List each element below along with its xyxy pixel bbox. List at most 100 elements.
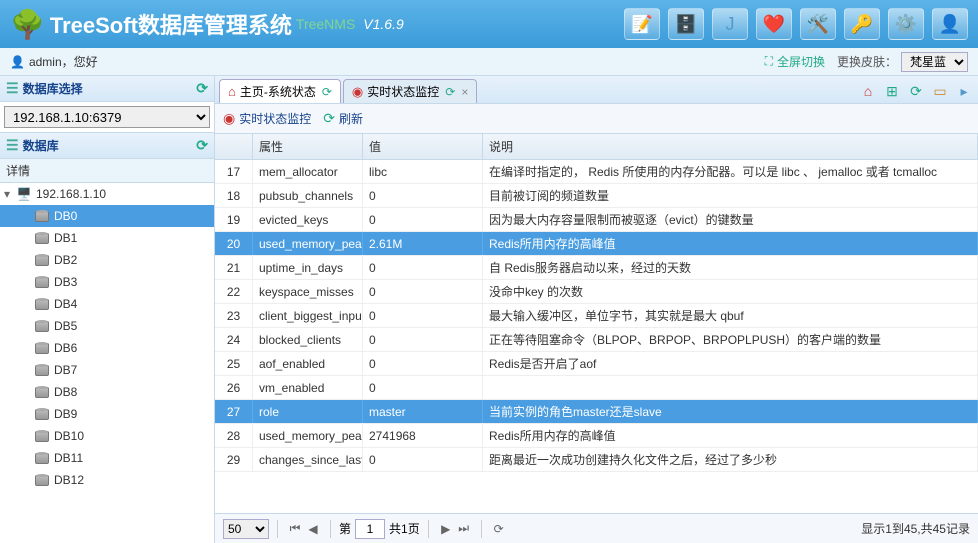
tab-refresh-icon[interactable]: ⟳ [445,85,455,99]
db-icon [34,407,50,421]
cell-prop: used_memory_peak [253,424,363,447]
menu-button[interactable]: ▸ [954,82,974,100]
next-page-icon[interactable]: ▶ [437,520,455,538]
cell-prop: role [253,400,363,423]
col-num[interactable] [215,134,253,159]
monitor-button[interactable]: ◉ 实时状态监控 [223,110,311,127]
table-row[interactable]: 27rolemaster当前实例的角色master还是slave [215,400,978,424]
db-icon [34,209,50,223]
settings-icon[interactable]: ⚙️ [888,8,924,40]
page-size-select[interactable]: 50 [223,519,269,539]
monitor-icon: ◉ [352,84,363,100]
tree-db-item[interactable]: DB5 [0,315,214,337]
cell-prop: evicted_keys [253,208,363,231]
table-row[interactable]: 18pubsub_channels0目前被订阅的频道数量 [215,184,978,208]
page-input[interactable] [355,519,385,539]
user-avatar-icon: 👤 [10,55,25,69]
tree-db-label: DB7 [54,363,77,377]
close-icon[interactable]: × [461,85,468,99]
home-icon: ⌂ [228,84,236,99]
tree-db-item[interactable]: DB9 [0,403,214,425]
tree-db-item[interactable]: DB8 [0,381,214,403]
table-row[interactable]: 19evicted_keys0因为最大内存容量限制而被驱逐（evict）的键数量 [215,208,978,232]
tree-db-label: DB12 [54,473,84,487]
tab-monitor[interactable]: ◉ 实时状态监控 ⟳ × [343,79,477,103]
tree-db-item[interactable]: DB4 [0,293,214,315]
cell-desc: 没命中key 的次数 [483,280,978,303]
tools-icon[interactable]: 🛠️ [800,8,836,40]
refresh-icon[interactable]: ⟳ [196,80,208,97]
cell-val: 2.61M [363,232,483,255]
tree-db-item[interactable]: DB2 [0,249,214,271]
tree-db-item[interactable]: DB0 [0,205,214,227]
refresh-icon[interactable]: ⟳ [196,137,208,154]
fullscreen-toggle[interactable]: 全屏切换 [777,53,825,70]
tree-db-item[interactable]: DB11 [0,447,214,469]
window-button[interactable]: ▭ [930,82,950,100]
db-select-panel-header: ☰ 数据库选择 ⟳ [0,76,214,102]
tree-db-item[interactable]: DB10 [0,425,214,447]
first-page-icon[interactable]: ⏮ [286,520,304,538]
skin-select[interactable]: 梵星蓝 [901,52,968,72]
tree-root[interactable]: ▾ 🖥️ 192.168.1.10 [0,183,214,205]
col-val[interactable]: 值 [363,134,483,159]
col-prop[interactable]: 属性 [253,134,363,159]
app-header: 🌳 TreeSoft数据库管理系统 TreeNMS V1.6.9 📝 🗄️ J … [0,0,978,48]
db-panel-title: 数据库 [23,137,59,154]
table-row[interactable]: 25aof_enabled0Redis是否开启了aof [215,352,978,376]
j-icon[interactable]: J [712,8,748,40]
db-icon [34,297,50,311]
cell-desc: Redis所用内存的高峰值 [483,424,978,447]
db-icon [34,385,50,399]
tree-db-item[interactable]: DB3 [0,271,214,293]
tree-db-item[interactable]: DB1 [0,227,214,249]
cell-desc: Redis所用内存的高峰值 [483,232,978,255]
tree-db-label: DB5 [54,319,77,333]
table-row[interactable]: 21uptime_in_days0自 Redis服务器启动以来，经过的天数 [215,256,978,280]
skin-label: 更换皮肤： [837,53,897,70]
database-icon[interactable]: 🗄️ [668,8,704,40]
cell-val: libc [363,160,483,183]
cell-val: 0 [363,328,483,351]
table-row[interactable]: 24blocked_clients0正在等待阻塞命令（BLPOP、BRPOP、B… [215,328,978,352]
cell-prop: used_memory_peak [253,232,363,255]
table-row[interactable]: 29changes_since_last0距离最近一次成功创建持久化文件之后，经… [215,448,978,472]
last-page-icon[interactable]: ⏭ [455,520,473,538]
table-row[interactable]: 23client_biggest_input0最大输入缓冲区，单位字节，其实就是… [215,304,978,328]
refresh-button[interactable]: ⟳ 刷新 [323,110,363,127]
table-row[interactable]: 26vm_enabled0 [215,376,978,400]
list-icon: ☰ [6,137,19,154]
heart-icon[interactable]: ❤️ [756,8,792,40]
cell-prop: vm_enabled [253,376,363,399]
layout-button[interactable]: ⊞ [882,82,902,100]
tree-root-label: 192.168.1.10 [36,187,106,201]
cell-val: 2741968 [363,424,483,447]
tab-home[interactable]: ⌂ 主页-系统状态 ⟳ [219,79,341,103]
server-select[interactable]: 192.168.1.10:6379 [4,106,210,128]
col-desc[interactable]: 说明 [483,134,978,159]
key-icon[interactable]: 🔑 [844,8,880,40]
cell-desc: 在编译时指定的， Redis 所使用的内存分配器。可以是 libc 、 jema… [483,160,978,183]
pager-info: 显示1到45,共45记录 [861,520,970,537]
table-row[interactable]: 20used_memory_peak2.61MRedis所用内存的高峰值 [215,232,978,256]
home-button[interactable]: ⌂ [858,82,878,100]
refresh-button[interactable]: ⟳ [906,82,926,100]
edit-icon[interactable]: 📝 [624,8,660,40]
user-icon[interactable]: 👤 [932,8,968,40]
tree-db-item[interactable]: DB6 [0,337,214,359]
tree-db-item[interactable]: DB7 [0,359,214,381]
reload-icon[interactable]: ⟳ [490,520,508,538]
tree-db-item[interactable]: DB12 [0,469,214,491]
table-row[interactable]: 22keyspace_misses0没命中key 的次数 [215,280,978,304]
tab-refresh-icon[interactable]: ⟳ [322,85,332,99]
fullscreen-icon[interactable]: ⛶ [765,54,773,69]
cell-prop: aof_enabled [253,352,363,375]
prev-page-icon[interactable]: ◀ [304,520,322,538]
table-row[interactable]: 28used_memory_peak2741968Redis所用内存的高峰值 [215,424,978,448]
server-icon: 🖥️ [16,187,32,201]
cell-prop: uptime_in_days [253,256,363,279]
table-row[interactable]: 17mem_allocatorlibc在编译时指定的， Redis 所使用的内存… [215,160,978,184]
collapse-icon[interactable]: ▾ [4,187,16,201]
cell-desc: Redis是否开启了aof [483,352,978,375]
cell-num: 27 [215,400,253,423]
